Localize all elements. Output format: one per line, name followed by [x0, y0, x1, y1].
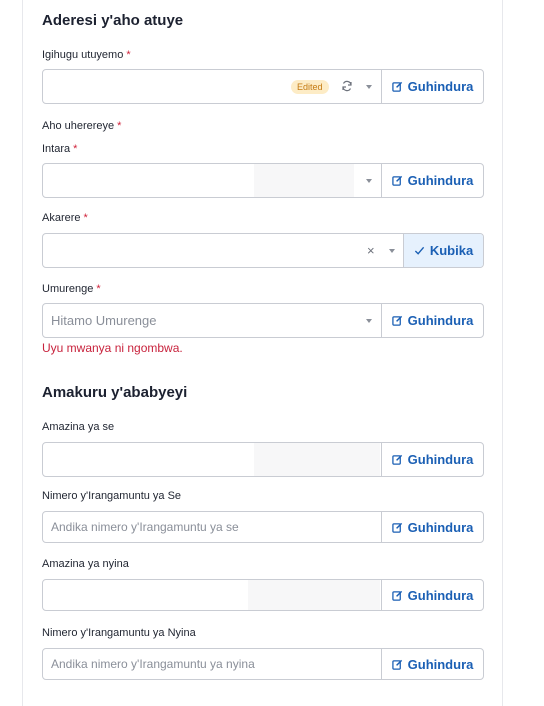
residence-label: Aho uherereye *: [42, 120, 122, 132]
father-id-edit-button[interactable]: Guhindura: [382, 512, 483, 542]
sector-placeholder: Hitamo Umurenge: [51, 313, 157, 328]
chevron-down-icon[interactable]: [366, 84, 372, 89]
mother-id-input[interactable]: Andika nimero y'Irangamuntu ya nyina: [43, 649, 382, 679]
father-id-placeholder: Andika nimero y'Irangamuntu ya se: [51, 520, 239, 534]
mother-name-field: Guhindura: [42, 579, 484, 611]
district-field: × Kubika: [42, 233, 484, 268]
sector-edit-button[interactable]: Guhindura: [382, 304, 483, 337]
sector-label: Umurenge *: [42, 283, 101, 295]
country-label: Igihugu utuyemo *: [42, 49, 131, 61]
sector-error-message: Uyu mwanya ni ngombwa.: [42, 341, 183, 355]
mother-id-field: Andika nimero y'Irangamuntu ya nyina Guh…: [42, 648, 484, 680]
father-id-label: Nimero y'Irangamuntu ya Se: [42, 490, 182, 502]
sector-select[interactable]: Hitamo Umurenge: [43, 304, 382, 337]
sector-field: Hitamo Umurenge Guhindura: [42, 303, 484, 338]
edit-icon: [391, 522, 402, 533]
province-select[interactable]: [43, 164, 382, 197]
province-field: Guhindura: [42, 163, 484, 198]
edit-icon: [391, 590, 402, 601]
edit-icon: [391, 315, 402, 326]
father-name-edit-button[interactable]: Guhindura: [382, 443, 483, 476]
edit-icon: [391, 454, 402, 465]
check-icon: [414, 246, 424, 255]
mother-name-edit-button[interactable]: Guhindura: [382, 580, 483, 610]
parents-section-title: Amakuru y'ababyeyi: [42, 384, 188, 401]
district-label: Akarere *: [42, 212, 88, 224]
district-select[interactable]: ×: [43, 234, 404, 267]
father-id-field: Andika nimero y'Irangamuntu ya se Guhind…: [42, 511, 484, 543]
father-id-input[interactable]: Andika nimero y'Irangamuntu ya se: [43, 512, 382, 542]
mother-name-label: Amazina ya nyina: [42, 558, 129, 570]
country-edit-button[interactable]: Guhindura: [382, 70, 483, 103]
mother-id-label: Nimero y'Irangamuntu ya Nyina: [42, 627, 196, 639]
edit-icon: [391, 175, 402, 186]
father-name-field: Guhindura: [42, 442, 484, 477]
chevron-down-icon[interactable]: [389, 248, 395, 253]
country-select[interactable]: Edited: [43, 70, 382, 103]
chevron-down-icon[interactable]: [366, 318, 372, 323]
father-name-label: Amazina ya se: [42, 421, 115, 433]
mother-name-input[interactable]: [43, 580, 382, 610]
edited-badge: Edited: [291, 79, 329, 94]
address-section-title: Aderesi y'aho atuye: [42, 12, 184, 29]
clear-icon[interactable]: ×: [367, 243, 375, 258]
edit-icon: [391, 81, 402, 92]
province-edit-button[interactable]: Guhindura: [382, 164, 483, 197]
province-label: Intara *: [42, 143, 78, 155]
mother-id-edit-button[interactable]: Guhindura: [382, 649, 483, 679]
district-save-button[interactable]: Kubika: [404, 234, 483, 267]
country-field: Edited Guhindura: [42, 69, 484, 104]
refresh-icon[interactable]: [341, 80, 353, 92]
chevron-down-icon[interactable]: [366, 178, 372, 183]
edit-icon: [391, 659, 402, 670]
mother-id-placeholder: Andika nimero y'Irangamuntu ya nyina: [51, 657, 255, 671]
father-name-input[interactable]: [43, 443, 382, 476]
